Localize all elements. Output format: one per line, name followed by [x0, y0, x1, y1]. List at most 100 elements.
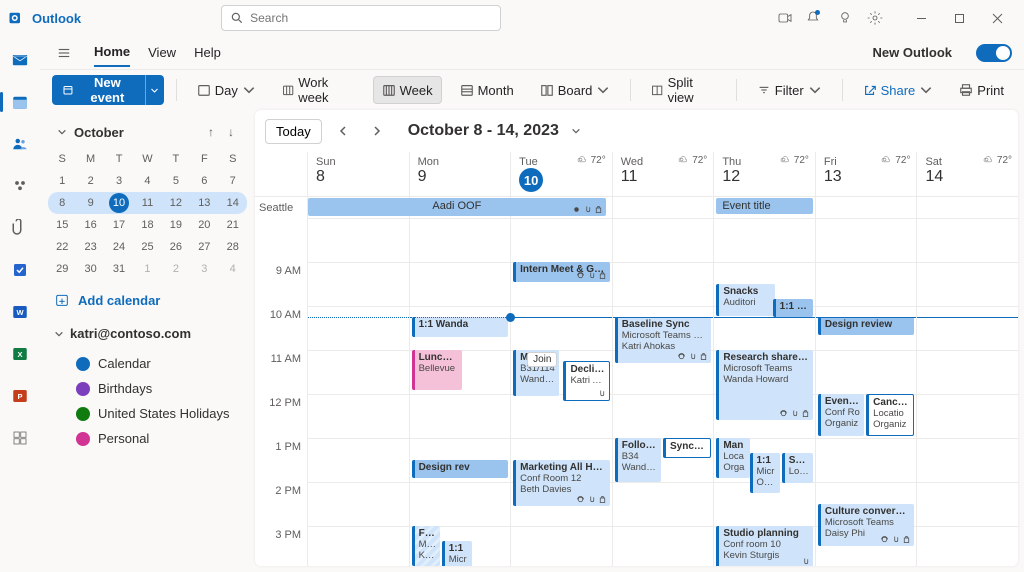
minical-day[interactable]: 3 [190, 258, 218, 280]
event-allday[interactable]: Aadi OOF [308, 198, 606, 216]
minical-day[interactable]: 5 [162, 170, 190, 192]
day-column[interactable]: Design review Event titConf RoOrganizCanc… [815, 218, 917, 566]
minical-day[interactable]: 1 [48, 170, 76, 192]
tab-help[interactable]: Help [194, 39, 221, 66]
day-header[interactable]: Tue1072° [510, 152, 612, 196]
calendar-event[interactable]: Intern Meet & Greet [513, 262, 610, 282]
split-view-button[interactable]: Split view [643, 76, 724, 104]
minical-next[interactable]: ↓ [221, 125, 241, 139]
minical-day[interactable]: 9 [76, 192, 104, 214]
calendar-event[interactable]: 1:1MicrOrga [750, 453, 780, 493]
calendar-event[interactable]: SnacksAuditori [716, 284, 774, 316]
minical-day[interactable]: 6 [190, 170, 218, 192]
event-allday[interactable]: Event title [716, 198, 813, 214]
tab-view[interactable]: View [148, 39, 176, 66]
minical-day[interactable]: 26 [162, 236, 190, 258]
calendar-event[interactable]: Studio planningConf room 10Kevin Sturgis [716, 526, 813, 566]
view-board[interactable]: Board [532, 76, 619, 104]
hamburger-button[interactable] [52, 41, 76, 65]
window-maximize[interactable] [940, 3, 978, 33]
window-minimize[interactable] [902, 3, 940, 33]
rail-people[interactable] [6, 130, 34, 158]
minical-day[interactable]: 16 [76, 214, 104, 236]
view-day[interactable]: Day [189, 76, 264, 104]
calendar-event[interactable]: Declined: TeamKatri Ahokas [563, 361, 609, 401]
tips-icon[interactable] [830, 3, 860, 33]
minical-day[interactable]: 17 [105, 214, 133, 236]
minical-day[interactable]: 13 [190, 192, 218, 214]
new-event-split[interactable] [145, 75, 164, 105]
minical-day[interactable]: 4 [133, 170, 161, 192]
calendar-event[interactable]: Research shareoutMicrosoft TeamsWanda Ho… [716, 350, 813, 420]
minical-day[interactable]: 7 [219, 170, 247, 192]
minical-day[interactable]: 3 [105, 170, 133, 192]
mini-calendar[interactable]: SMTWTFS123456789101112131415161718192021… [48, 148, 247, 280]
week-prev[interactable] [330, 118, 356, 144]
rail-powerpoint[interactable]: P [6, 382, 34, 410]
minical-day[interactable]: 2 [76, 170, 104, 192]
rail-groups[interactable] [6, 172, 34, 200]
calendar-event[interactable]: Design review [818, 317, 915, 335]
minical-day[interactable]: 21 [219, 214, 247, 236]
allday-slot[interactable] [815, 197, 917, 218]
allday-slot[interactable] [916, 197, 1018, 218]
minical-day[interactable]: 30 [76, 258, 104, 280]
calendar-event[interactable]: Follow up onB34Wanda Howa [615, 438, 661, 482]
minical-day[interactable]: 4 [219, 258, 247, 280]
calendar-item[interactable]: United States Holidays [48, 401, 247, 426]
calendar-event[interactable]: CanceleLocatioOrganiz [866, 394, 914, 436]
share-button[interactable]: Share [855, 76, 942, 104]
week-next[interactable] [364, 118, 390, 144]
new-event-button[interactable]: New event [52, 75, 145, 105]
meet-now-icon[interactable] [770, 3, 800, 33]
minical-day[interactable]: 2 [162, 258, 190, 280]
day-column[interactable]: 1:1 WandaLunch withBellevueDesign revFol… [409, 218, 511, 566]
filter-button[interactable]: Filter [749, 76, 830, 104]
calendar-event[interactable]: 1:1MicrAap [442, 541, 472, 566]
month-collapse-icon[interactable] [54, 124, 70, 140]
search-input[interactable] [250, 11, 492, 25]
view-work-week[interactable]: Work week [274, 76, 363, 104]
window-close[interactable] [978, 3, 1016, 33]
calendar-event[interactable]: Sync on desi [663, 438, 711, 458]
minical-day[interactable]: 22 [48, 236, 76, 258]
day-header[interactable]: Sat1472° [916, 152, 1018, 196]
rail-excel[interactable]: X [6, 340, 34, 368]
rail-calendar[interactable] [6, 88, 34, 116]
day-column[interactable]: Baseline SyncMicrosoft Teams MeetingKatr… [612, 218, 714, 566]
minical-day[interactable]: 23 [76, 236, 104, 258]
calendar-event[interactable]: Design rev [412, 460, 509, 478]
view-month[interactable]: Month [452, 76, 522, 104]
minical-day[interactable]: 24 [105, 236, 133, 258]
calendar-event[interactable]: 1:1 Kevin [773, 299, 813, 317]
rail-mail[interactable] [6, 46, 34, 74]
calendar-event[interactable]: Lunch withBellevue [412, 350, 462, 390]
day-header[interactable]: Fri1372° [815, 152, 917, 196]
minical-day[interactable]: 15 [48, 214, 76, 236]
day-column[interactable] [916, 218, 1018, 566]
minical-day[interactable]: 11 [133, 192, 161, 214]
minical-day[interactable]: 20 [190, 214, 218, 236]
calendar-event[interactable]: Event titConf RoOrganiz [818, 394, 864, 436]
day-column[interactable]: SnacksAuditori1:1 Kevin Research shareout… [713, 218, 815, 566]
account-row[interactable]: katri@contoso.com [48, 320, 247, 347]
rail-word[interactable]: W [6, 298, 34, 326]
minical-day[interactable]: 27 [190, 236, 218, 258]
calendar-event[interactable]: Culture conversationMicrosoft TeamsDaisy… [818, 504, 915, 546]
minical-day[interactable]: 31 [105, 258, 133, 280]
calendar-event[interactable]: Marketing All HandsConf Room 12Beth Davi… [513, 460, 610, 506]
minical-prev[interactable]: ↑ [201, 125, 221, 139]
day-column[interactable] [307, 218, 409, 566]
add-calendar-button[interactable]: Add calendar [48, 284, 247, 316]
minical-day[interactable]: 19 [162, 214, 190, 236]
calendar-event[interactable]: ManageB31/114Wanda HowardJoin [513, 350, 559, 396]
calendar-item[interactable]: Personal [48, 426, 247, 451]
new-outlook-toggle[interactable] [976, 44, 1012, 62]
rail-files[interactable] [6, 214, 34, 242]
calendar-event[interactable]: FollMicrKatr [412, 526, 440, 566]
minical-day[interactable]: 12 [162, 192, 190, 214]
print-button[interactable]: Print [951, 76, 1012, 104]
allday-slot[interactable] [612, 197, 714, 218]
rail-more-apps[interactable] [6, 424, 34, 452]
tab-home[interactable]: Home [94, 38, 130, 67]
